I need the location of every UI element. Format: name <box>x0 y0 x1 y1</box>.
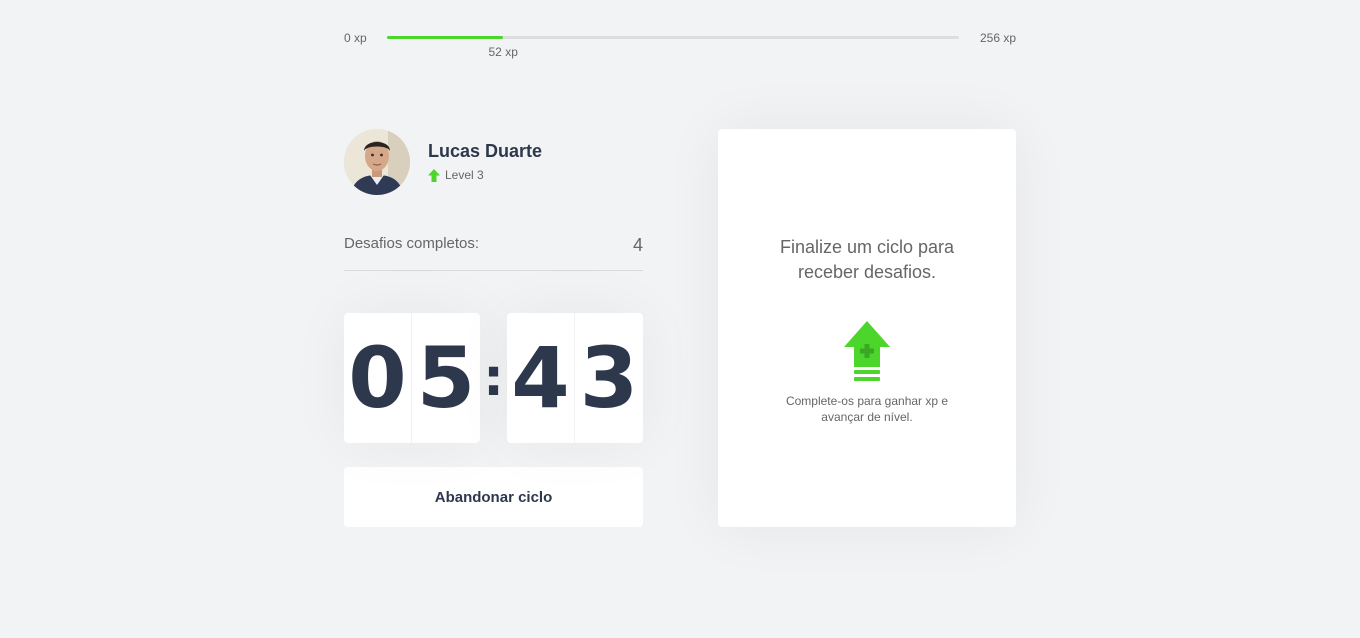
countdown: 0 5 : 4 3 <box>344 313 643 443</box>
completed-challenges: Desafios completos: 4 <box>344 235 643 271</box>
level-label: Level 3 <box>445 168 484 183</box>
countdown-separator: : <box>483 348 504 408</box>
user-name: Lucas Duarte <box>428 140 543 161</box>
xp-min-label: 0 xp <box>344 31 367 45</box>
profile-info: Lucas Duarte Level 3 <box>428 140 543 182</box>
avatar-photo <box>344 128 410 195</box>
second-digit-left: 4 <box>507 313 575 443</box>
profile: Lucas Duarte Level 3 <box>344 128 643 195</box>
left-column: Lucas Duarte Level 3 Desafios completos:… <box>344 128 643 527</box>
xp-current-label: 52 xp <box>488 45 518 59</box>
minute-digit-right: 5 <box>416 329 476 427</box>
countdown-minutes: 0 5 <box>344 313 480 443</box>
xp-progress-fill <box>387 36 504 39</box>
abandon-cycle-button[interactable]: Abandonar ciclo <box>344 467 643 527</box>
avatar <box>344 128 410 195</box>
countdown-seconds: 4 3 <box>507 313 643 443</box>
xp-max-label: 256 xp <box>979 31 1016 45</box>
level-arrow-icon <box>428 168 440 182</box>
challenge-box-title: Finalize um ciclo para receber desafios. <box>779 237 955 282</box>
challenge-box-hint: Complete-os para ganhar xp e avançar de … <box>785 394 949 424</box>
level-indicator: Level 3 <box>428 168 542 182</box>
completed-challenges-label: Desafios completos: <box>344 235 480 252</box>
page: 0 xp 52 xp 256 xp Lucas Duarte Level 3 D… <box>0 0 1360 638</box>
completed-challenges-count: 4 <box>632 235 643 255</box>
xp-track <box>387 36 959 39</box>
level-up-icon <box>844 321 890 381</box>
experience-bar: 0 xp 52 xp 256 xp <box>344 28 1016 59</box>
minute-digit-left: 0 <box>344 313 412 443</box>
challenge-box: Finalize um ciclo para receber desafios.… <box>718 129 1016 527</box>
second-digit-right: 3 <box>579 329 639 427</box>
